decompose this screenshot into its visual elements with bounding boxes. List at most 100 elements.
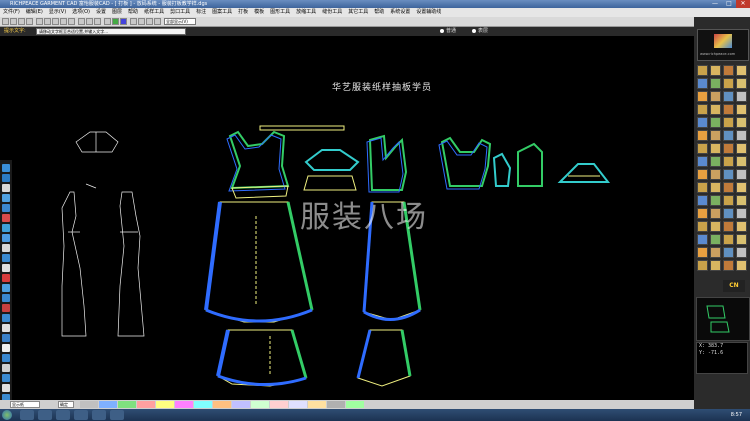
maximize-button[interactable]: □	[722, 0, 736, 8]
color-swatch[interactable]	[194, 401, 212, 408]
measure-icon[interactable]	[130, 18, 137, 25]
right-tool-28-icon[interactable]	[736, 143, 747, 154]
left-tool-1-icon[interactable]	[2, 164, 10, 172]
left-tool-21-icon[interactable]	[2, 364, 10, 372]
left-tool-8-icon[interactable]	[2, 234, 10, 242]
right-tool-19-icon[interactable]	[723, 117, 734, 128]
right-tool-55-icon[interactable]	[723, 234, 734, 245]
redo-icon[interactable]	[68, 18, 75, 25]
right-tool-5-icon[interactable]	[697, 78, 708, 89]
right-tool-34-icon[interactable]	[710, 169, 721, 180]
right-tool-14-icon[interactable]	[710, 104, 721, 115]
start-button[interactable]	[2, 410, 12, 420]
menu-item[interactable]: 系统设置	[387, 8, 413, 17]
right-tool-8-icon[interactable]	[736, 78, 747, 89]
color-swatch[interactable]	[156, 401, 174, 408]
color-swatch[interactable]	[270, 401, 288, 408]
right-tool-46-icon[interactable]	[710, 208, 721, 219]
color-blue-icon[interactable]	[120, 18, 127, 25]
taskbar-app-explorer[interactable]	[20, 410, 34, 420]
close-button[interactable]: ✕	[736, 0, 750, 8]
right-tool-18-icon[interactable]	[710, 117, 721, 128]
right-tool-48-icon[interactable]	[736, 208, 747, 219]
left-tool-4-icon[interactable]	[2, 194, 10, 202]
new-file-icon[interactable]	[2, 18, 9, 25]
right-tool-61-icon[interactable]	[697, 260, 708, 271]
left-tool-18-icon[interactable]	[2, 334, 10, 342]
zoom-fit-icon[interactable]	[52, 18, 59, 25]
right-tool-58-icon[interactable]	[710, 247, 721, 258]
right-tool-23-icon[interactable]	[723, 130, 734, 141]
left-tool-3-icon[interactable]	[2, 184, 10, 192]
menu-item[interactable]: 标注	[193, 8, 209, 17]
color-swatch[interactable]	[213, 401, 231, 408]
right-tool-59-icon[interactable]	[723, 247, 734, 258]
right-tool-54-icon[interactable]	[710, 234, 721, 245]
zoom-out-icon[interactable]	[44, 18, 51, 25]
left-tool-23-icon[interactable]	[2, 384, 10, 392]
right-tool-38-icon[interactable]	[710, 182, 721, 193]
menu-item[interactable]: 图层	[109, 8, 125, 17]
right-tool-3-icon[interactable]	[723, 65, 734, 76]
color-green-icon[interactable]	[112, 18, 119, 25]
right-tool-30-icon[interactable]	[710, 156, 721, 167]
status-confirm[interactable]: 确定	[58, 401, 74, 408]
right-tool-13-icon[interactable]	[697, 104, 708, 115]
grid-icon[interactable]	[138, 18, 145, 25]
settings-icon[interactable]	[154, 18, 161, 25]
drawing-canvas[interactable]: 华艺服装纸样抽板学员 服装八场	[12, 36, 694, 400]
right-tool-33-icon[interactable]	[697, 169, 708, 180]
right-tool-27-icon[interactable]	[723, 143, 734, 154]
taskbar-app-cad[interactable]	[74, 410, 88, 420]
menu-item[interactable]: 图形工具	[267, 8, 293, 17]
left-tool-15-icon[interactable]	[2, 304, 10, 312]
menu-item[interactable]: 缝份工具	[319, 8, 345, 17]
right-tool-11-icon[interactable]	[723, 91, 734, 102]
right-tool-12-icon[interactable]	[736, 91, 747, 102]
layer-select[interactable]: 全部显示(V)	[164, 18, 196, 25]
right-tool-50-icon[interactable]	[710, 221, 721, 232]
radio-normal[interactable]: 普通	[440, 28, 456, 35]
left-tool-5-icon[interactable]	[2, 204, 10, 212]
menu-item[interactable]: 显示(V)	[46, 8, 69, 17]
color-swatch[interactable]	[232, 401, 250, 408]
right-tool-16-icon[interactable]	[736, 104, 747, 115]
right-tool-42-icon[interactable]	[710, 195, 721, 206]
select-icon[interactable]	[78, 18, 85, 25]
left-tool-20-icon[interactable]	[2, 354, 10, 362]
left-tool-16-icon[interactable]	[2, 314, 10, 322]
right-tool-56-icon[interactable]	[736, 234, 747, 245]
color-swatch[interactable]	[327, 401, 345, 408]
right-tool-4-icon[interactable]	[736, 65, 747, 76]
menu-item[interactable]: 选项(O)	[69, 8, 93, 17]
menu-item[interactable]: 帮助	[125, 8, 141, 17]
right-tool-25-icon[interactable]	[697, 143, 708, 154]
left-tool-12-icon[interactable]	[2, 274, 10, 282]
color-swatch[interactable]	[137, 401, 155, 408]
color-swatch[interactable]	[99, 401, 117, 408]
prompt-input[interactable]: 请移动文字框至合适位置,并输入文字...	[36, 28, 186, 35]
right-tool-31-icon[interactable]	[723, 156, 734, 167]
right-tool-1-icon[interactable]	[697, 65, 708, 76]
open-file-icon[interactable]	[10, 18, 17, 25]
color-swatch[interactable]	[289, 401, 307, 408]
right-tool-62-icon[interactable]	[710, 260, 721, 271]
menu-item[interactable]: 模板	[251, 8, 267, 17]
right-tool-21-icon[interactable]	[697, 130, 708, 141]
menu-item[interactable]: 纸样工具	[141, 8, 167, 17]
left-tool-13-icon[interactable]	[2, 284, 10, 292]
right-tool-26-icon[interactable]	[710, 143, 721, 154]
left-tool-14-icon[interactable]	[2, 294, 10, 302]
right-tool-40-icon[interactable]	[736, 182, 747, 193]
right-tool-51-icon[interactable]	[723, 221, 734, 232]
left-tool-17-icon[interactable]	[2, 324, 10, 332]
right-tool-29-icon[interactable]	[697, 156, 708, 167]
right-tool-35-icon[interactable]	[723, 169, 734, 180]
left-tool-22-icon[interactable]	[2, 374, 10, 382]
right-tool-44-icon[interactable]	[736, 195, 747, 206]
color-swatch[interactable]	[308, 401, 326, 408]
right-tool-47-icon[interactable]	[723, 208, 734, 219]
right-tool-41-icon[interactable]	[697, 195, 708, 206]
zoom-in-icon[interactable]	[36, 18, 43, 25]
left-tool-10-icon[interactable]	[2, 254, 10, 262]
